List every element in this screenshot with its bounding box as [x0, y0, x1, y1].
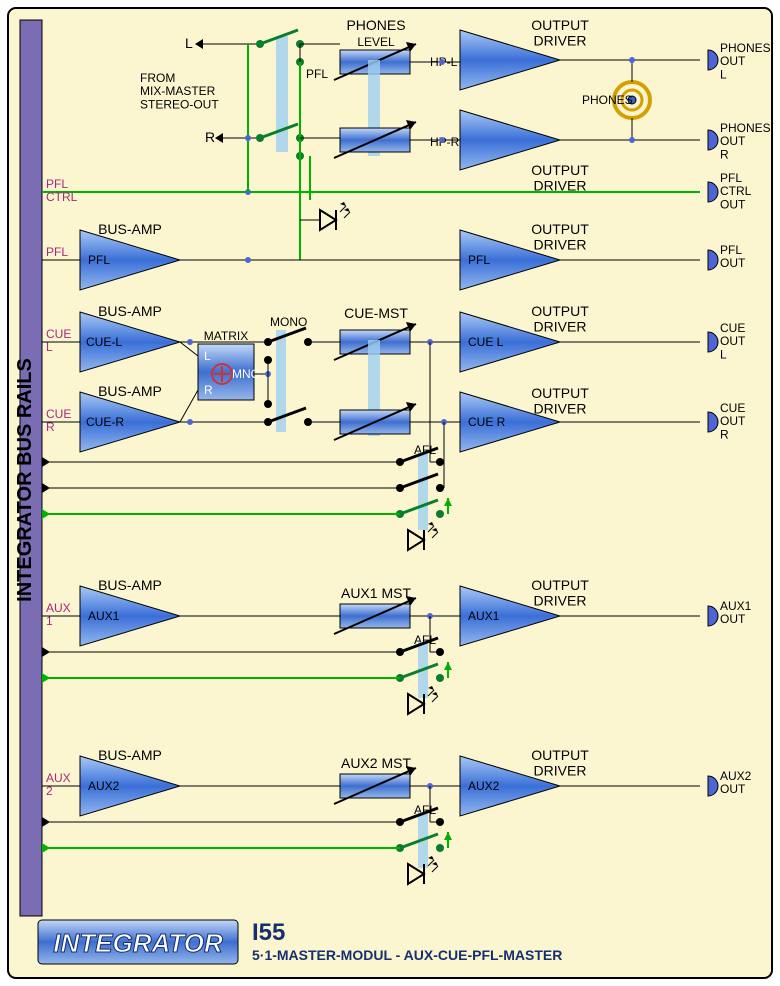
phones-jack-label: PHONES — [582, 93, 633, 107]
bus-pfl: PFL — [46, 245, 68, 259]
phones-level-label: LEVEL — [357, 35, 395, 49]
phones-header: PHONES — [346, 17, 405, 33]
phones-hp-r: HP-R — [430, 135, 460, 149]
cue-drv-l-label: CUE L — [468, 335, 504, 349]
aux2-master-label: AUX2 MST — [341, 755, 411, 771]
cue-drv-r-label: CUE R — [468, 415, 506, 429]
aux2-drv-label: AUX2 — [468, 779, 500, 793]
cue-l-amp-label: CUE-L — [86, 335, 122, 349]
block-diagram: INTEGRATOR BUS RAILS .lbl{font-size:14px… — [0, 0, 780, 986]
matrix-r: R — [204, 383, 213, 397]
aux1-drv-label: AUX1 — [468, 609, 500, 623]
aux2-amp-label: AUX2 — [88, 779, 120, 793]
pfl-amp-label: PFL — [88, 253, 110, 267]
driver-cue-l: OUTPUTDRIVER — [531, 303, 589, 334]
busamp-pfl: BUS-AMP — [98, 221, 162, 237]
phones-pfl-label: PFL — [306, 67, 328, 81]
busamp-aux1: BUS-AMP — [98, 577, 162, 593]
driver-aux1: OUTPUTDRIVER — [531, 577, 589, 608]
aux1-master-label: AUX1 MST — [341, 585, 411, 601]
matrix-label: MATRIX — [204, 329, 248, 343]
bus-rail-label: INTEGRATOR BUS RAILS — [14, 358, 36, 602]
brand-label: INTEGRATOR — [53, 928, 223, 958]
aux1-amp-label: AUX1 — [88, 609, 120, 623]
pfl-drv-label: PFL — [468, 253, 490, 267]
busamp-aux2: BUS-AMP — [98, 747, 162, 763]
model-label: I55 — [252, 919, 285, 946]
driver-pfl: OUTPUTDRIVER — [531, 221, 589, 252]
subtitle-label: 5·1-MASTER-MODUL - AUX-CUE-PFL-MASTER — [252, 947, 562, 963]
svg-text:OUTPUTDRIVER: OUTPUTDRIVER — [531, 17, 589, 48]
busamp-cue-l: BUS-AMP — [98, 303, 162, 319]
svg-text:OUTPUTDRIVER: OUTPUTDRIVER — [531, 162, 589, 193]
matrix-l: L — [204, 349, 211, 363]
cue-r-amp-label: CUE-R — [86, 415, 124, 429]
cue-master-label: CUE-MST — [344, 305, 408, 321]
source-l-label: L — [185, 35, 193, 51]
driver-aux2: OUTPUTDRIVER — [531, 747, 589, 778]
source-r-label: R — [205, 129, 215, 145]
busamp-cue-r: BUS-AMP — [98, 383, 162, 399]
mono-label: MONO — [270, 315, 307, 329]
driver-cue-r: OUTPUTDRIVER — [531, 385, 589, 416]
